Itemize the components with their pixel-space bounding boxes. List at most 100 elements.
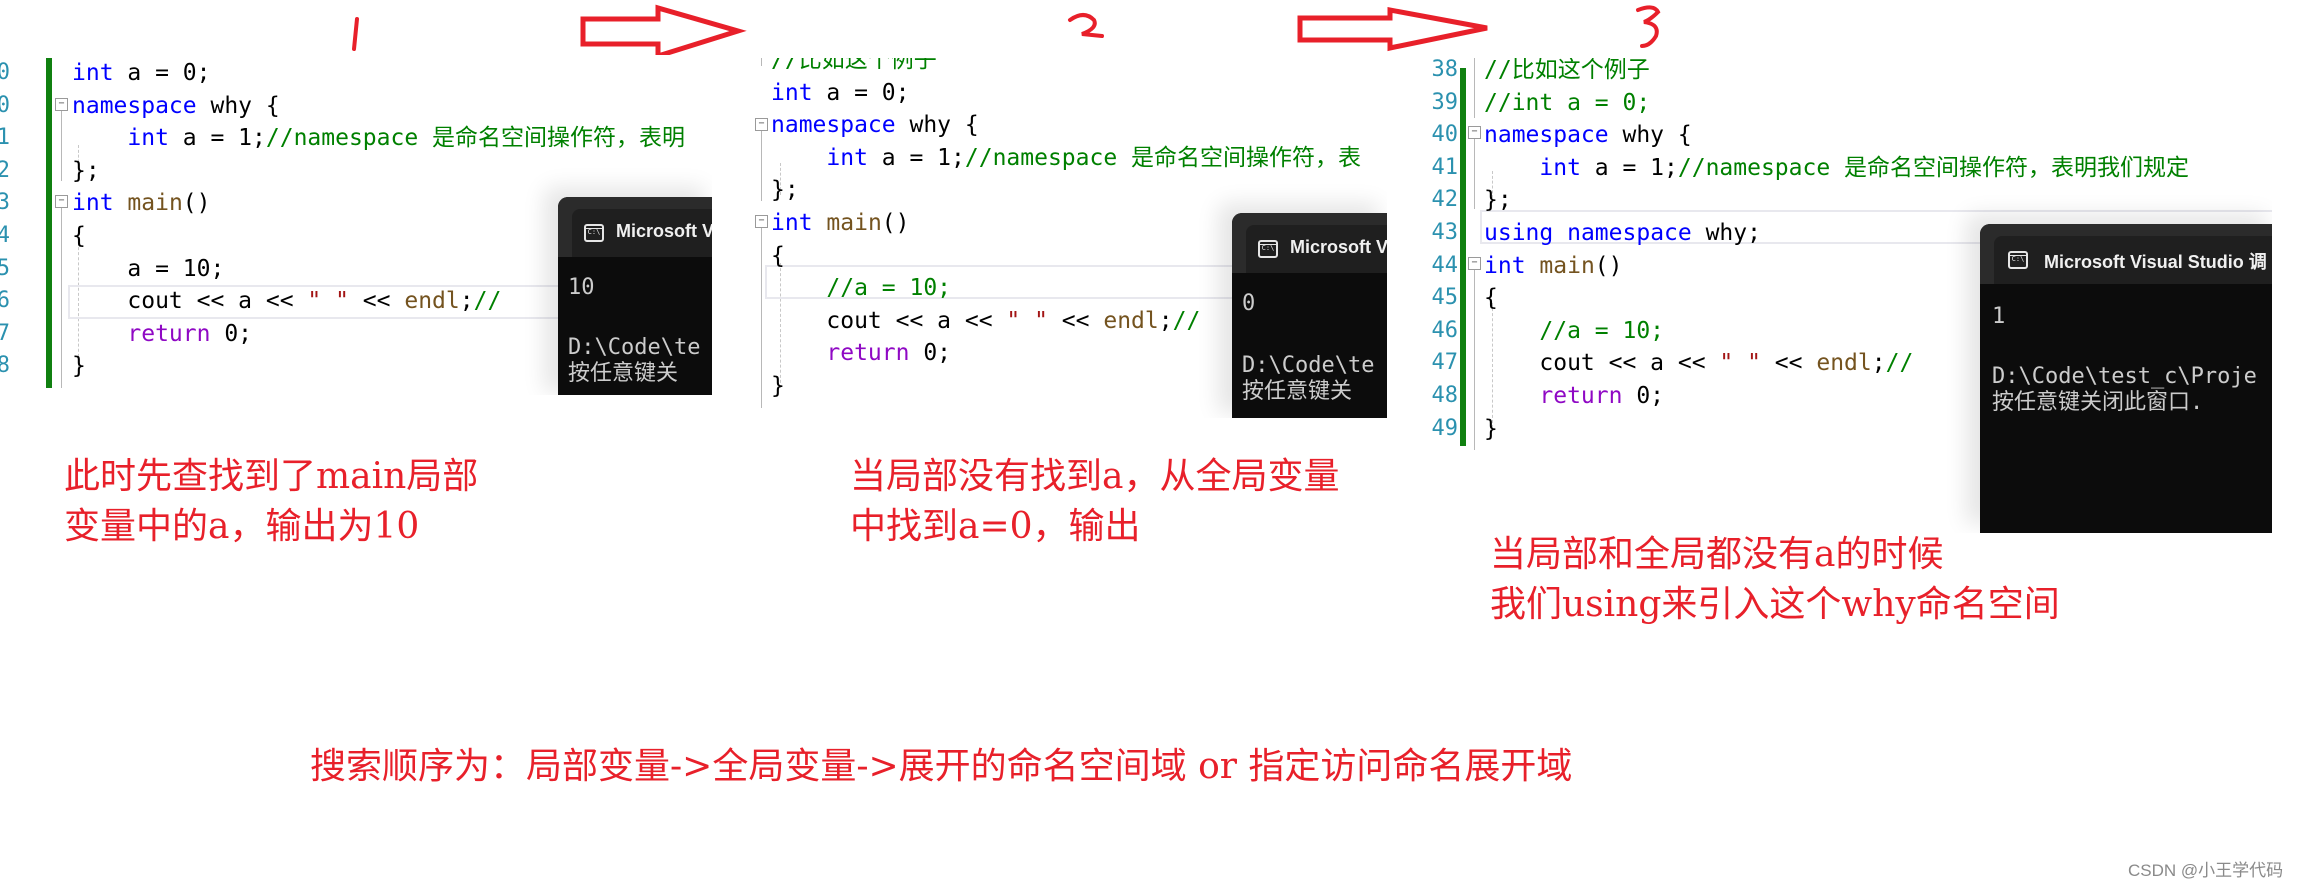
console-prompt: 按任意键关 [1242, 379, 1353, 404]
code-token: endl [404, 288, 460, 315]
line-number: 1 [0, 125, 10, 151]
code-line: { [1484, 282, 1498, 314]
debug-console-window: C:\ Microsoft V 0 D:\Code\te 按任意键关 [1232, 213, 1387, 418]
console-output: 1 [1992, 304, 2006, 329]
code-token: //比如这个例子 [771, 58, 937, 73]
code-token: main [127, 190, 183, 217]
line-number: 7 [0, 320, 10, 346]
caption-step-3: 当局部和全局都没有a的时候 我们using来引入这个why命名空间 [1490, 530, 2060, 630]
code-token: int [72, 190, 114, 217]
code-token: endl [1816, 350, 1872, 377]
code-token: int [1539, 154, 1581, 181]
code-line: int a = 1;//namespace 是命名空间操作符，表明 [72, 122, 685, 154]
fold-toggle-icon[interactable]: − [1468, 257, 1481, 270]
line-number: 44 [1431, 252, 1459, 278]
code-token: 0; [909, 340, 952, 367]
console-title: Microsoft Visual Studio 调 [2044, 252, 2267, 272]
code-token: why { [1608, 122, 1692, 149]
caption-line: 变量中的a，输出为10 [64, 506, 420, 547]
fold-toggle-icon[interactable]: − [55, 195, 68, 208]
line-number: 45 [1431, 285, 1459, 311]
line-number: 39 [1431, 89, 1459, 115]
code-token: int [1484, 252, 1526, 279]
debug-console-window: C:\ Microsoft Visual Studio 调 1 D:\Code\… [1980, 224, 2272, 533]
fold-toggle-icon[interactable]: − [55, 98, 68, 111]
code-token: namespace [1484, 122, 1609, 149]
code-line: } [771, 370, 785, 402]
code-line: namespace why { [771, 109, 979, 141]
code-line: //比如这个例子 [1484, 58, 1650, 86]
console-prompt: 按任意键关 [568, 361, 679, 386]
console-title: Microsoft V [616, 221, 712, 241]
code-token: { [1484, 285, 1498, 312]
line-number: 4 [0, 223, 10, 248]
line-number: 49 [1431, 415, 1459, 441]
code-token: }; [771, 177, 799, 204]
line-number: 3 [0, 190, 10, 216]
code-token: a = 1; [1580, 154, 1678, 181]
fold-toggle-icon[interactable]: − [755, 215, 768, 228]
watermark: CSDN @小王学代码 [2128, 861, 2284, 880]
code-token: //a = 10; [826, 275, 952, 302]
code-line: namespace why { [72, 90, 280, 122]
code-token: why { [895, 112, 979, 139]
step-marker-1 [352, 17, 359, 51]
code-line: cout << a << " " << endl;// [1484, 347, 1913, 379]
code-token: why { [196, 92, 280, 119]
code-token: } [72, 353, 86, 380]
console-path: D:\Code\test_c\Proje [1992, 364, 2257, 389]
caption-line: 我们using来引入这个why命名空间 [1490, 584, 2060, 625]
line-number: 8 [0, 353, 10, 379]
code-token: a = 1; [168, 125, 266, 152]
code-token: () [182, 190, 211, 217]
fold-toggle-icon[interactable]: − [1468, 126, 1481, 139]
code-token: " " [1006, 307, 1048, 334]
code-token: //a = 10; [1539, 317, 1665, 344]
code-token: }; [72, 157, 100, 184]
console-output: 10 [568, 275, 595, 300]
code-token: //namespace 是命名空间操作符，表明 [265, 125, 686, 152]
caption-line: 此时先查找到了main局部 [64, 456, 479, 497]
code-token: << [1047, 307, 1104, 334]
code-token: endl [1103, 307, 1159, 334]
console-title: Microsoft V [1290, 237, 1387, 257]
code-token: using [1484, 220, 1554, 246]
code-line: using namespace why; [1484, 217, 1761, 249]
code-line: //a = 10; [771, 272, 951, 304]
line-number: 41 [1431, 154, 1459, 180]
arrow-right-icon [1297, 6, 1488, 52]
code-token: cout << a << [771, 307, 1007, 334]
code-token: // [1172, 307, 1201, 334]
code-line: return 0; [771, 337, 951, 369]
code-token: 0; [210, 320, 253, 347]
code-line: } [72, 350, 86, 382]
code-line: cout << a << " " << endl;// [72, 285, 501, 317]
code-token: 0; [1622, 383, 1665, 409]
code-token: () [1594, 252, 1623, 279]
code-token: int [72, 60, 114, 86]
line-number: 5 [0, 255, 10, 281]
caption-line: 当局部和全局都没有a的时候 [1490, 534, 1944, 575]
code-token: << [1760, 350, 1817, 377]
code-token: " " [307, 288, 349, 315]
code-line: { [771, 240, 785, 272]
code-token: //namespace 是命名空间操作符，表 [964, 144, 1362, 171]
line-number: 43 [1431, 220, 1459, 245]
fold-toggle-icon[interactable]: − [755, 118, 768, 131]
code-panel-2: − − //比如这个例子 int a = 0; namespace why { in… [755, 58, 1387, 418]
console-tab: C:\ Microsoft V [1246, 225, 1387, 273]
code-token: main [1539, 252, 1595, 279]
code-line: //a = 10; [1484, 315, 1664, 347]
step-marker-3 [1636, 5, 1661, 48]
code-line: int a = 1;//namespace 是命名空间操作符，表明我们规定 [1484, 152, 2189, 184]
code-line: namespace why { [1484, 119, 1692, 151]
code-token: { [771, 242, 785, 269]
code-token: } [771, 373, 785, 399]
line-number: 47 [1431, 350, 1459, 376]
